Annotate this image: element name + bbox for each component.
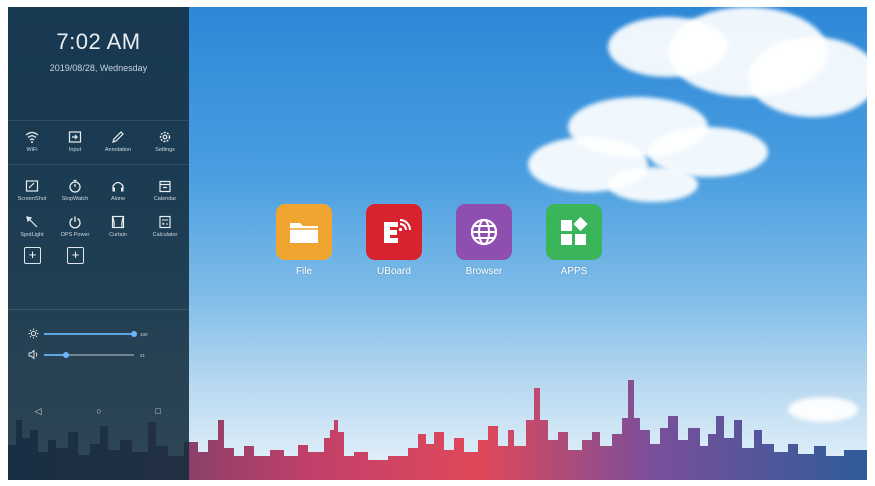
power-icon (69, 216, 81, 229)
tool-spotlight[interactable]: SpotLight (12, 215, 52, 238)
uboard-icon (384, 219, 411, 243)
tool-label: Curtain (109, 232, 127, 238)
clock-time: 7:02 AM (56, 29, 141, 54)
input-icon (68, 131, 82, 143)
speaker-icon (28, 349, 38, 360)
apps-grid-icon (561, 217, 588, 245)
tool-label: SpotLight (20, 232, 44, 238)
tool-calculator[interactable]: Calculator (145, 215, 185, 238)
tool-stopwatch[interactable]: StopWatch (55, 179, 95, 202)
sun-icon (28, 328, 39, 339)
spotlight-icon (26, 216, 38, 228)
tool-alone[interactable]: Alone (98, 179, 138, 202)
app-label: File (295, 266, 313, 277)
add-tool-button[interactable]: + (24, 247, 41, 264)
stopwatch-icon (69, 179, 81, 193)
quick-setting-label: Annotation (104, 147, 132, 153)
quick-setting-label: Input (68, 147, 82, 153)
divider (8, 120, 189, 121)
tool-curtain[interactable]: Curtain (98, 215, 138, 238)
nav-home-button[interactable]: ○ (92, 404, 106, 418)
divider (8, 164, 189, 165)
volume-slider-fill (44, 354, 65, 356)
brightness-slider-track[interactable] (44, 333, 134, 335)
divider (8, 309, 189, 310)
tool-calendar[interactable]: Calendar (145, 179, 185, 202)
calendar-icon (159, 180, 171, 193)
nav-recent-button[interactable]: □ (151, 404, 165, 418)
tool-label: Alone (110, 196, 126, 202)
uboard-app-tile[interactable] (366, 204, 422, 260)
curtain-icon (111, 215, 125, 229)
tool-screenshot[interactable]: ScreenShot (12, 179, 52, 202)
quick-setting-label: Settings (155, 147, 175, 153)
brightness-slider-knob[interactable] (131, 331, 137, 337)
calculator-icon (159, 215, 171, 229)
app-uboard[interactable]: UBoard (366, 204, 422, 277)
browser-app-tile[interactable] (456, 204, 512, 260)
folder-icon (290, 223, 318, 243)
tool-label: Calculator (152, 232, 178, 238)
quick-setting-wifi[interactable]: WiFi (12, 130, 52, 153)
app-apps[interactable]: APPS (546, 204, 602, 277)
app-label: Browser (465, 266, 503, 277)
app-label: UBoard (377, 266, 411, 277)
apps-app-tile[interactable] (546, 204, 602, 260)
brightness-value: 100 (140, 332, 148, 337)
pen-icon (112, 131, 124, 143)
tool-label: OPS Power (60, 232, 90, 238)
volume-slider-knob[interactable] (63, 352, 69, 358)
volume-value: 21 (140, 353, 146, 358)
globe-icon (470, 218, 498, 246)
screenshot-icon (25, 180, 39, 192)
quick-setting-settings[interactable]: Settings (145, 130, 185, 153)
nav-back-button[interactable]: ◁ (31, 404, 45, 418)
clock-date: 2019/08/28, Wednesday (49, 63, 148, 73)
quick-setting-label: WiFi (26, 147, 38, 153)
add-tool-button[interactable]: + (67, 247, 84, 264)
desktop-screen: 7:02 AM 2019/08/28, Wednesday WiFi Input… (8, 7, 867, 480)
tool-label: ScreenShot (17, 196, 47, 202)
app-file[interactable]: File (276, 204, 332, 277)
quick-setting-input[interactable]: Input (55, 130, 95, 153)
tool-label: StopWatch (61, 196, 89, 202)
file-app-tile[interactable] (276, 204, 332, 260)
headphones-icon (112, 181, 124, 192)
quick-setting-annotation[interactable]: Annotation (98, 130, 138, 153)
tool-ops-power[interactable]: OPS Power (55, 215, 95, 238)
app-label: APPS (560, 266, 588, 277)
gear-icon (159, 131, 171, 143)
tool-label: Calendar (153, 196, 177, 202)
side-control-panel: 7:02 AM 2019/08/28, Wednesday WiFi Input… (8, 7, 189, 480)
wifi-icon (25, 131, 39, 143)
app-browser[interactable]: Browser (456, 204, 512, 277)
